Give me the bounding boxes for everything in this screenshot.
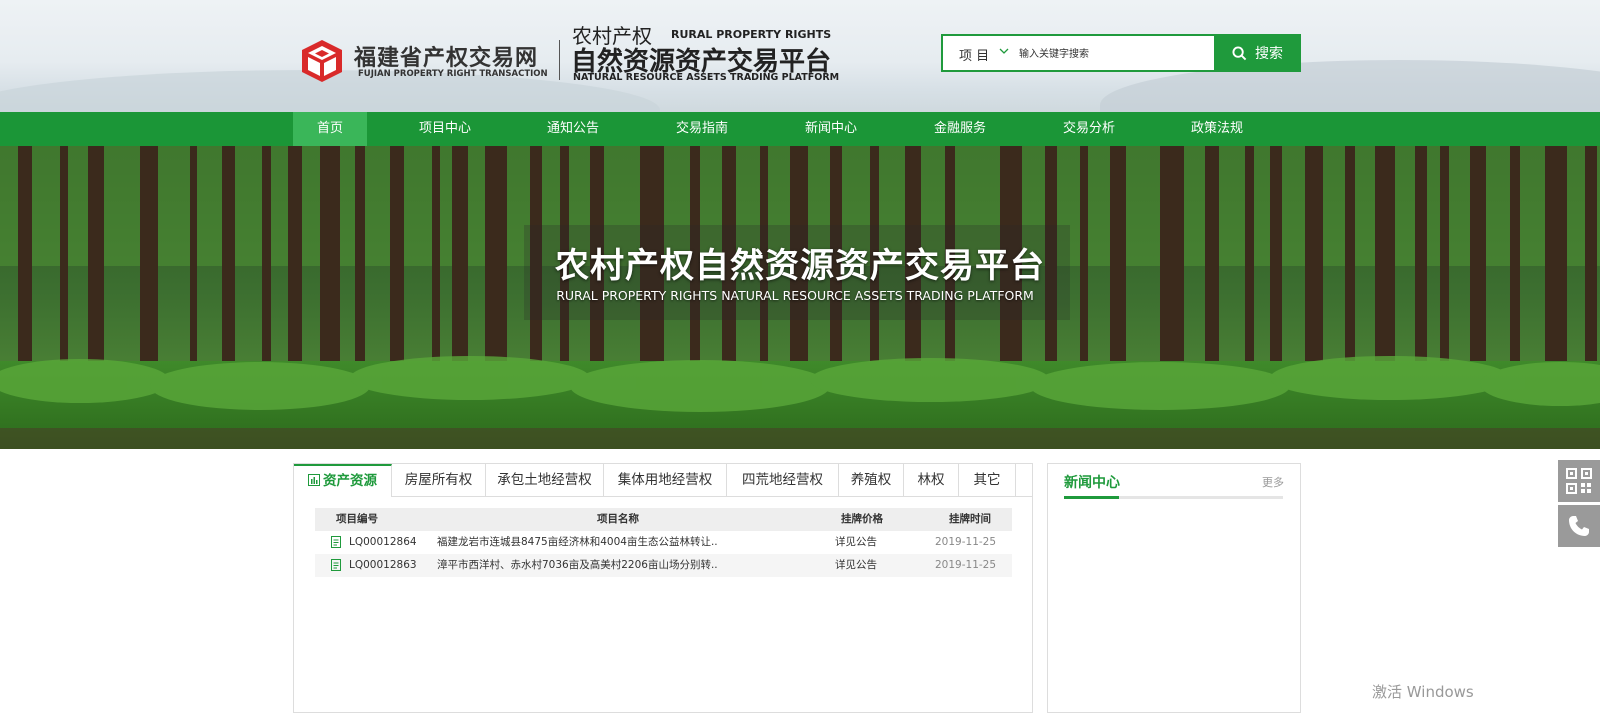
table-row[interactable]: LQ00012863 漳平市西洋村、赤水村7036亩及高美村2206亩山场分别转… [315,554,1012,577]
col-header-name: 项目名称 [597,513,639,525]
search-input[interactable] [1017,43,1191,65]
qr-code-icon [1566,468,1592,494]
row-name-link[interactable]: 福建龙岩市连城县8475亩经济林和4004亩生态公益林转让.. [437,531,718,554]
search-icon [1232,45,1247,60]
table-row[interactable]: LQ00012864 福建龙岩市连城县8475亩经济林和4004亩生态公益林转让… [315,531,1012,554]
row-date: 2019-11-25 [935,559,997,571]
tab-assets[interactable]: 资产资源 [294,464,392,497]
platform-title-en: NATURAL RESOURCE ASSETS TRADING PLATFORM [573,72,840,83]
tab-house-ownership[interactable]: 房屋所有权 [392,464,486,496]
tab-breeding[interactable]: 养殖权 [839,464,904,496]
chevron-down-icon[interactable] [999,45,1009,59]
nav-item-policy[interactable]: 政策法规 [1175,112,1259,146]
nav-item-guide[interactable]: 交易指南 [660,112,744,146]
document-icon [331,536,341,548]
asset-tabs: 资产资源 房屋所有权 承包土地经营权 集体用地经营权 四荒地经营权 养殖权 林权… [294,464,1032,497]
nav-item-news[interactable]: 新闻中心 [789,112,873,146]
row-id: LQ00012864 [349,536,417,548]
tab-label: 资产资源 [323,473,377,489]
search-button[interactable]: 搜索 [1214,34,1301,72]
tab-wasteland[interactable]: 四荒地经营权 [727,464,839,496]
col-header-price: 挂牌价格 [841,513,883,525]
row-name-link[interactable]: 漳平市西洋村、赤水村7036亩及高美村2206亩山场分别转.. [437,554,718,577]
col-header-id: 项目编号 [336,513,378,525]
search-button-label: 搜索 [1255,46,1283,62]
bar-chart-icon [308,474,320,486]
nav-item-home[interactable]: 首页 [293,112,367,146]
tab-other[interactable]: 其它 [959,464,1016,496]
brand-name-en: FUJIAN PROPERTY RIGHT TRANSACTION [358,69,548,79]
nav-item-finance[interactable]: 金融服务 [918,112,1002,146]
phone-icon [1569,516,1589,536]
banner-subtitle: RURAL PROPERTY RIGHTS NATURAL RESOURCE A… [556,288,1034,303]
row-price: 详见公告 [835,559,877,571]
brand-name[interactable]: 福建省产权交易网 [354,40,538,72]
document-icon [331,559,341,571]
tab-forest[interactable]: 林权 [904,464,959,496]
nav-item-analysis[interactable]: 交易分析 [1047,112,1131,146]
row-id: LQ00012863 [349,559,417,571]
row-date: 2019-11-25 [935,536,997,548]
search-category-select[interactable]: 项 目 [959,45,989,64]
col-header-date: 挂牌时间 [949,513,991,525]
news-more-link[interactable]: 更多 [1262,474,1284,490]
hero-banner: 农村产权自然资源资产交易平台 RURAL PROPERTY RIGHTS NAT… [0,146,1600,449]
tab-collective-land[interactable]: 集体用地经营权 [604,464,727,496]
nav-item-notices[interactable]: 通知公告 [531,112,615,146]
assets-table: 项目编号 项目名称 挂牌价格 挂牌时间 LQ00012864 福建龙岩市连城县8… [315,508,1012,577]
os-watermark: 激活 Windows [1372,683,1474,701]
header-divider [559,40,560,80]
main-nav: 首页 项目中心 通知公告 交易指南 新闻中心 金融服务 交易分析 政策法规 [0,112,1600,146]
cube-logo-icon[interactable] [299,38,345,84]
table-header: 项目编号 项目名称 挂牌价格 挂牌时间 [315,508,1012,531]
news-panel: 新闻中心 更多 [1047,463,1301,713]
site-header: 福建省产权交易网 FUJIAN PROPERTY RIGHT TRANSACTI… [0,0,1600,112]
nav-item-projects[interactable]: 项目中心 [403,112,487,146]
tab-contract-land[interactable]: 承包土地经营权 [486,464,604,496]
phone-button[interactable] [1558,505,1600,547]
row-price: 详见公告 [835,536,877,548]
news-panel-title: 新闻中心 [1064,475,1120,491]
platform-subtitle-en: RURAL PROPERTY RIGHTS [671,28,832,41]
banner-title: 农村产权自然资源资产交易平台 [555,246,1045,286]
qr-code-button[interactable] [1558,460,1600,502]
assets-panel: 资产资源 房屋所有权 承包土地经营权 集体用地经营权 四荒地经营权 养殖权 林权… [293,463,1033,713]
news-title-underline-active [1064,496,1119,499]
